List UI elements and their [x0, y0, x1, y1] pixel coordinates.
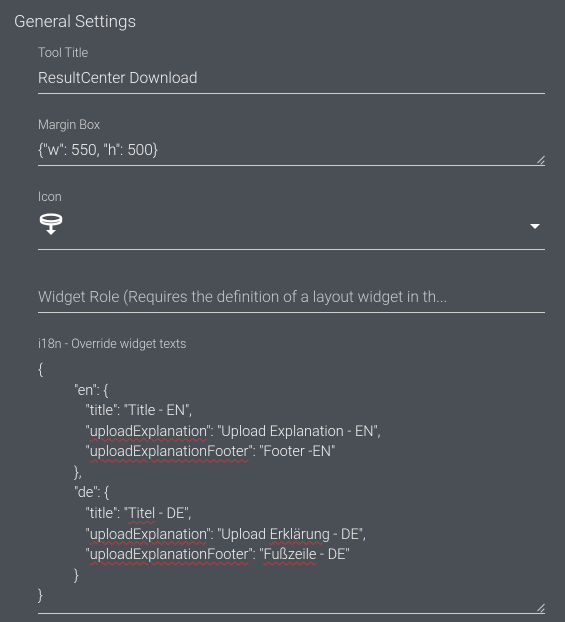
general-settings-panel: General Settings Tool Title Margin Box I…: [0, 0, 565, 622]
margin-box-label: Margin Box: [38, 118, 545, 133]
download-stack-icon: [38, 213, 64, 241]
tool-title-input[interactable]: [38, 65, 545, 94]
margin-box-input[interactable]: [38, 137, 545, 166]
i18n-field: i18n - Override widget texts {"en": { "t…: [38, 337, 545, 614]
panel-title: General Settings: [14, 8, 551, 32]
widget-role-input[interactable]: [38, 284, 545, 313]
icon-field: Icon: [38, 190, 545, 250]
i18n-label: i18n - Override widget texts: [38, 337, 545, 352]
icon-label: Icon: [38, 190, 545, 205]
chevron-down-icon: [529, 223, 541, 231]
margin-box-field: Margin Box: [38, 118, 545, 166]
settings-form: Tool Title Margin Box Icon: [14, 46, 551, 614]
i18n-textarea[interactable]: {"en": { "title": "Title - EN", "uploadE…: [38, 356, 545, 614]
tool-title-label: Tool Title: [38, 46, 545, 61]
widget-role-field: [38, 284, 545, 313]
icon-select[interactable]: [38, 209, 545, 250]
tool-title-field: Tool Title: [38, 46, 545, 94]
